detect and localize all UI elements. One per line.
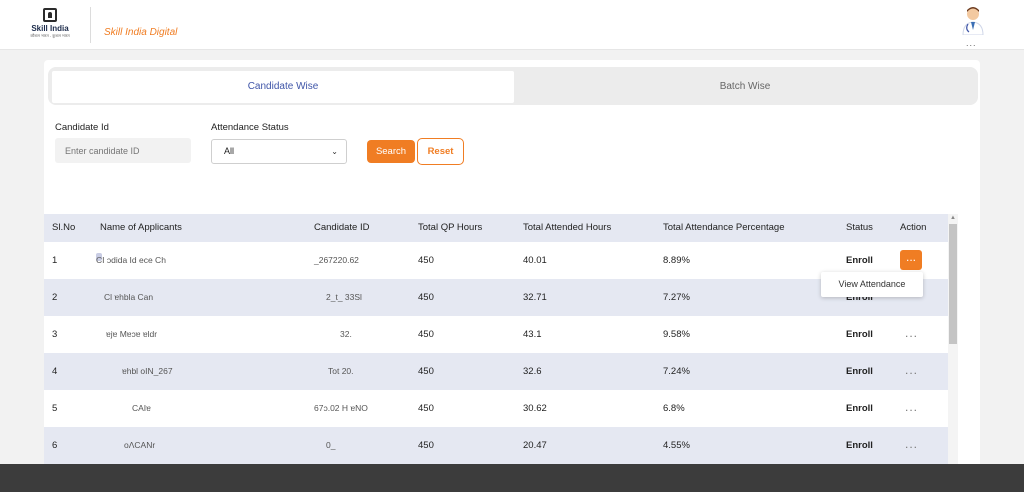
search-button[interactable]: Search [367, 140, 415, 163]
header-action: Action [900, 222, 927, 233]
header-status: Status [846, 222, 873, 233]
row-name: Cl ɐhbla Can [104, 292, 154, 302]
row-attendance-pct: 7.24% [663, 366, 690, 377]
top-bar: Skill India कौशल भारत - कुशल भारत Skill … [0, 0, 1024, 50]
chevron-down-icon: ⌄ [331, 147, 338, 156]
row-attendance-pct: 7.27% [663, 292, 690, 303]
logo-mark-icon [43, 8, 57, 22]
row-status: Enroll [846, 440, 873, 451]
row-attended-hours: 32.71 [523, 292, 547, 303]
header-qp-hours: Total QP Hours [418, 222, 483, 233]
table-row: 6 oɅCANr 0_ 450 20.47 4.55% Enroll ... [44, 427, 948, 464]
tab-batch-wise[interactable]: Batch Wise [514, 71, 976, 103]
attendance-status-label: Attendance Status [211, 122, 289, 133]
header-divider [90, 7, 91, 43]
row-candidate-id: 67ɔ.02 H ɐNO [314, 403, 368, 413]
row-attendance-pct: 6.8% [663, 403, 685, 414]
reset-button[interactable]: Reset [417, 138, 464, 165]
row-sl-no: 6 [52, 440, 58, 451]
row-status: Enroll [846, 366, 873, 377]
row-attended-hours: 30.62 [523, 403, 547, 414]
table-row: 2 Cl ɐhbla Can 2_t_ 33Sl 450 32.71 7.27%… [44, 279, 948, 316]
user-avatar-icon[interactable] [961, 5, 985, 35]
row-attended-hours: 43.1 [523, 329, 542, 340]
candidate-id-label: Candidate Id [55, 122, 109, 133]
row-sl-no: 5 [52, 403, 58, 414]
header-name: Name of Applicants [100, 222, 182, 233]
row-name: ɐjɐ Mɐɔɐ ɐldr [106, 329, 158, 339]
row-attendance-pct: 4.55% [663, 440, 690, 451]
scroll-up-icon[interactable]: ▲ [950, 215, 956, 221]
row-qp-hours: 450 [418, 440, 434, 451]
row-action-button-active[interactable]: ... [900, 250, 922, 270]
tab-candidate-wise[interactable]: Candidate Wise [52, 71, 514, 103]
row-qp-hours: 450 [418, 292, 434, 303]
row-candidate-id: Tot 20. [328, 366, 354, 376]
row-status: Enroll [846, 329, 873, 340]
scrollbar-thumb[interactable] [949, 224, 957, 344]
row-qp-hours: 450 [418, 329, 434, 340]
brand-title: Skill India Digital [104, 27, 178, 38]
row-attendance-pct: 9.58% [663, 329, 690, 340]
header-sl-no: Sl.No [52, 222, 76, 233]
row-status: Enroll [846, 403, 873, 414]
logo-text: Skill India [31, 24, 69, 33]
table-row: 1 CI ɔdida Id ece Ch _267220.62 450 40.0… [44, 242, 948, 279]
attendance-status-value: All [224, 146, 235, 156]
table-row: 3 ɐjɐ Mɐɔɐ ɐldr 32. 450 43.1 9.58% Enrol… [44, 316, 948, 353]
row-candidate-id: _267220.62 [314, 255, 359, 265]
table-row: 5 CAIɐ 67ɔ.02 H ɐNO 450 30.62 6.8% Enrol… [44, 390, 948, 427]
row-sl-no: 4 [52, 366, 58, 377]
row-qp-hours: 450 [418, 255, 434, 266]
row-action-button[interactable]: ... [905, 353, 918, 387]
table-row: 4 ɐhbl oIN_267 Tot 20. 450 32.6 7.24% En… [44, 353, 948, 390]
table-scrollbar[interactable]: ▲ [948, 214, 958, 464]
view-tabs: Candidate Wise Batch Wise [48, 67, 978, 105]
row-action-button[interactable]: ... [905, 390, 918, 424]
row-name: ɐhbl oIN_267 [122, 366, 173, 376]
row-attendance-pct: 8.89% [663, 255, 690, 266]
row-sl-no: 2 [52, 292, 58, 303]
row-name: CAIɐ [132, 403, 151, 413]
row-action-button[interactable]: ... [905, 427, 918, 461]
attendance-table: Sl.No Name of Applicants Candidate ID To… [44, 214, 948, 492]
attendance-status-select[interactable]: All ⌄ [211, 139, 347, 164]
row-qp-hours: 450 [418, 366, 434, 377]
row-attended-hours: 32.6 [523, 366, 542, 377]
bottom-bar [0, 464, 1024, 492]
logo-subtext: कौशल भारत - कुशल भारत [30, 33, 70, 38]
header-attended-hours: Total Attended Hours [523, 222, 612, 233]
row-attended-hours: 40.01 [523, 255, 547, 266]
row-qp-hours: 450 [418, 403, 434, 414]
row-name: oɅCANr [124, 440, 156, 450]
row-candidate-id: 0_ [326, 440, 336, 450]
row-candidate-id: 2_t_ 33Sl [326, 292, 362, 302]
candidate-id-input[interactable] [55, 138, 191, 163]
row-name: CI ɔdida Id ece Ch [96, 255, 166, 265]
row-attended-hours: 20.47 [523, 440, 547, 451]
row-candidate-id: 32. [340, 329, 352, 339]
user-menu-dots[interactable]: ... [966, 38, 977, 48]
header-attendance-pct: Total Attendance Percentage [663, 222, 785, 233]
view-attendance-menu-item[interactable]: View Attendance [821, 272, 923, 297]
row-sl-no: 3 [52, 329, 58, 340]
row-sl-no: 1 [52, 255, 58, 266]
header-candidate-id: Candidate ID [314, 222, 370, 233]
skill-india-logo[interactable]: Skill India कौशल भारत - कुशल भारत [28, 8, 72, 42]
table-header: Sl.No Name of Applicants Candidate ID To… [44, 214, 948, 242]
row-action-button[interactable]: ... [905, 316, 918, 350]
